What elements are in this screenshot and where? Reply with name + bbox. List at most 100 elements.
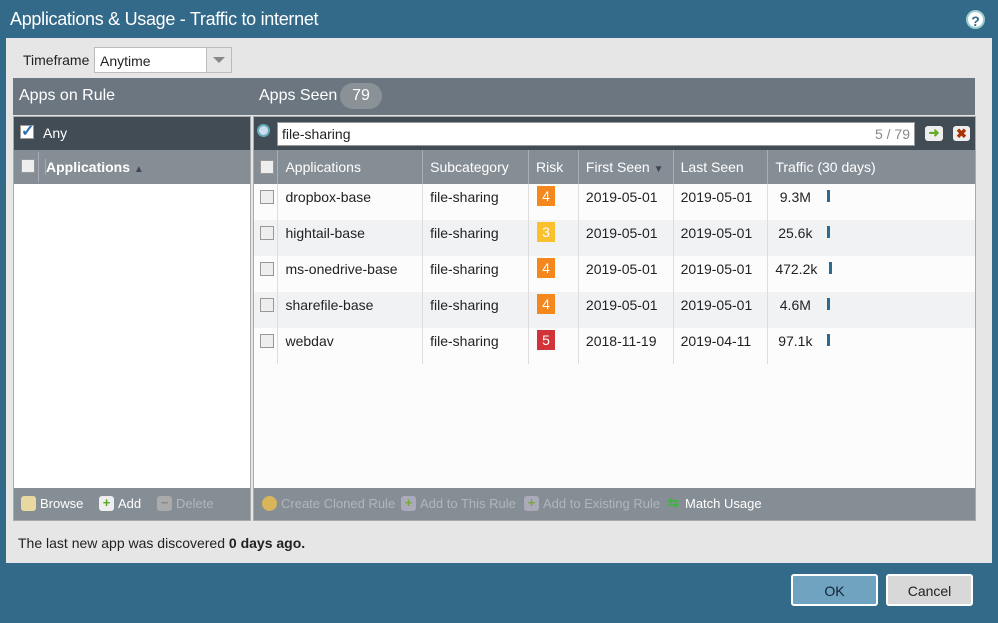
- app-name: ms-onedrive-base: [277, 256, 423, 292]
- traffic-bar: [827, 298, 831, 310]
- ok-button[interactable]: OK: [791, 574, 878, 606]
- risk-badge: 4: [537, 294, 556, 314]
- apps-on-rule-panel: ✓ Any Applications ▲ Browse + Add − Delete: [13, 116, 251, 521]
- table-row[interactable]: dropbox-base file-sharing 4 2019-05-01 2…: [254, 184, 975, 220]
- create-cloned-rule-button[interactable]: Create Cloned Rule: [262, 496, 395, 511]
- timeframe-select[interactable]: Anytime: [94, 47, 232, 73]
- traffic-bar: [827, 334, 831, 346]
- app-name: hightail-base: [277, 220, 423, 256]
- traffic-bar: [827, 226, 831, 238]
- dialog-title: Applications & Usage - Traffic to intern…: [10, 9, 319, 29]
- row-checkbox[interactable]: [260, 262, 274, 276]
- column-first-seen[interactable]: First Seen ▼: [577, 150, 674, 184]
- chevron-down-icon[interactable]: [206, 48, 231, 72]
- traffic-value: 4.6M: [779, 297, 811, 313]
- last-seen: 2019-05-01: [672, 256, 768, 292]
- search-input[interactable]: file-sharing 5 / 79: [277, 122, 915, 146]
- status-text: The last new app was discovered 0 days a…: [18, 535, 306, 551]
- row-checkbox[interactable]: [260, 334, 274, 348]
- select-all-checkbox[interactable]: [21, 159, 35, 173]
- last-seen: 2019-04-11: [672, 328, 768, 364]
- folder-icon: [21, 496, 36, 511]
- cancel-button[interactable]: Cancel: [886, 574, 973, 606]
- match-count: 5 / 79: [874, 126, 910, 142]
- traffic-value: 9.3M: [779, 189, 811, 205]
- column-risk[interactable]: Risk: [528, 150, 579, 184]
- column-traffic[interactable]: Traffic (30 days): [767, 150, 975, 184]
- traffic-value: 25.6k: [778, 225, 813, 241]
- apply-filter-arrow-icon[interactable]: ➜: [925, 126, 943, 141]
- any-checkbox[interactable]: ✓: [20, 124, 34, 140]
- column-last-seen[interactable]: Last Seen: [672, 150, 768, 184]
- add-to-existing-rule-button[interactable]: + Add to Existing Rule: [524, 496, 660, 511]
- table-row[interactable]: ms-onedrive-base file-sharing 4 2019-05-…: [254, 256, 975, 292]
- clone-icon: [262, 496, 277, 511]
- row-checkbox[interactable]: [260, 190, 274, 204]
- search-bar: file-sharing 5 / 79 ➜ ✖: [254, 117, 975, 150]
- clear-filter-icon[interactable]: ✖: [953, 126, 970, 141]
- app-name: webdav: [277, 328, 423, 364]
- apps-on-rule-title: Apps on Rule: [19, 87, 116, 104]
- table-row[interactable]: hightail-base file-sharing 3 2019-05-01 …: [254, 220, 975, 256]
- plus-icon: +: [401, 496, 416, 511]
- any-row[interactable]: ✓ Any: [14, 117, 250, 150]
- column-applications[interactable]: Applications ▲: [45, 159, 144, 175]
- table-header: Applications Subcategory Risk First Seen…: [254, 150, 975, 184]
- plus-icon: +: [99, 496, 114, 511]
- subcategory: file-sharing: [422, 256, 529, 292]
- risk-badge: 3: [537, 222, 556, 242]
- risk-badge: 5: [537, 330, 556, 350]
- apps-seen-panel: file-sharing 5 / 79 ➜ ✖ Applications Subc…: [253, 116, 976, 521]
- last-seen: 2019-05-01: [672, 292, 768, 328]
- column-applications[interactable]: Applications: [277, 150, 423, 184]
- row-checkbox[interactable]: [260, 298, 274, 312]
- select-all-checkbox[interactable]: [260, 160, 274, 174]
- panel-header: Apps on Rule Apps Seen 79: [13, 78, 975, 115]
- traffic-bar: [827, 190, 831, 202]
- help-icon[interactable]: ?: [966, 10, 985, 29]
- swap-arrows-icon: ⇆: [668, 495, 679, 510]
- sort-desc-icon: ▼: [653, 164, 664, 175]
- app-name: dropbox-base: [277, 184, 423, 220]
- subcategory: file-sharing: [422, 328, 529, 364]
- traffic-value: 97.1k: [778, 333, 813, 349]
- browse-button[interactable]: Browse: [21, 496, 83, 511]
- timeframe-value: Anytime: [100, 53, 151, 69]
- apps-on-rule-column-header: Applications ▲: [14, 150, 250, 184]
- first-seen: 2019-05-01: [577, 256, 674, 292]
- any-label: Any: [43, 125, 68, 141]
- first-seen: 2019-05-01: [577, 220, 674, 256]
- plus-icon: +: [524, 496, 539, 511]
- first-seen: 2018-11-19: [577, 328, 674, 364]
- subcategory: file-sharing: [422, 220, 529, 256]
- last-seen: 2019-05-01: [672, 184, 768, 220]
- subcategory: file-sharing: [422, 184, 529, 220]
- last-seen: 2019-05-01: [672, 220, 768, 256]
- apps-seen-toolbar: Create Cloned Rule + Add to This Rule + Ad…: [254, 488, 975, 520]
- delete-button[interactable]: − Delete: [157, 496, 214, 511]
- apps-seen-table: Applications Subcategory Risk First Seen…: [254, 150, 975, 364]
- minus-icon: −: [157, 496, 172, 511]
- first-seen: 2019-05-01: [577, 184, 674, 220]
- row-checkbox[interactable]: [260, 226, 274, 240]
- search-icon: [257, 124, 270, 137]
- traffic-bar: [829, 262, 833, 274]
- match-usage-button[interactable]: ⇆ Match Usage: [666, 495, 762, 512]
- add-button[interactable]: + Add: [99, 496, 141, 511]
- sort-asc-icon: ▲: [133, 164, 144, 175]
- table-row[interactable]: sharefile-base file-sharing 4 2019-05-01…: [254, 292, 975, 328]
- add-to-this-rule-button[interactable]: + Add to This Rule: [401, 496, 516, 511]
- timeframe-label: Timeframe: [23, 52, 90, 68]
- traffic-value: 472.2k: [775, 261, 818, 277]
- column-subcategory[interactable]: Subcategory: [422, 150, 529, 184]
- table-row[interactable]: webdav file-sharing 5 2018-11-19 2019-04…: [254, 328, 975, 364]
- apps-seen-count: 79: [340, 83, 382, 109]
- risk-badge: 4: [537, 258, 556, 278]
- first-seen: 2019-05-01: [577, 292, 674, 328]
- apps-seen-title: Apps Seen: [259, 87, 338, 104]
- search-value: file-sharing: [282, 126, 351, 142]
- apps-on-rule-toolbar: Browse + Add − Delete: [14, 488, 250, 520]
- subcategory: file-sharing: [422, 292, 529, 328]
- risk-badge: 4: [537, 186, 556, 206]
- app-name: sharefile-base: [277, 292, 423, 328]
